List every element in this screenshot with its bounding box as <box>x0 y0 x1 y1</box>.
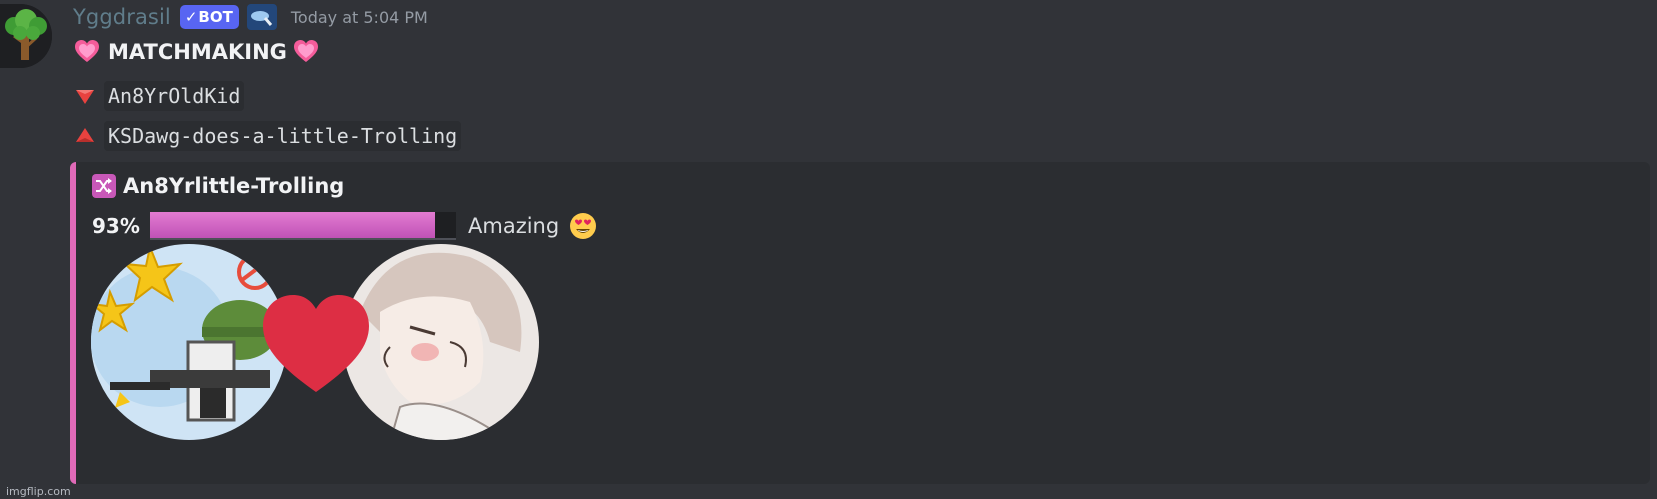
sparkling-heart-icon <box>75 40 99 62</box>
message-timestamp[interactable]: Today at 5:04 PM <box>291 8 428 27</box>
tree-icon <box>0 4 52 68</box>
red-triangle-down-icon <box>76 90 94 104</box>
compatibility-bar-fill <box>150 212 435 238</box>
first-user-line: An8YrOldKid <box>74 80 245 112</box>
sparkling-heart-icon <box>293 40 318 62</box>
embed-title-text: An8Yrlittle-Trolling <box>123 174 345 198</box>
username[interactable]: Yggdrasil <box>73 5 171 29</box>
second-username: KSDawg-does-a-little-Trolling <box>104 121 462 151</box>
imgflip-watermark: imgflip.com <box>6 485 71 498</box>
bot-tag: ✓ BOT <box>179 5 239 29</box>
second-user-line: KSDawg-does-a-little-Trolling <box>74 120 462 152</box>
bot-avatar[interactable] <box>0 4 52 68</box>
compatibility-bar <box>150 212 456 240</box>
first-username: An8YrOldKid <box>104 81 245 111</box>
bot-tag-label: BOT <box>198 7 233 26</box>
compatibility-row: 93% Amazing <box>92 206 597 246</box>
heart-eyes-icon <box>570 213 597 239</box>
app-badge-icon[interactable] <box>246 4 277 30</box>
embed-title: An8Yrlittle-Trolling <box>92 174 344 198</box>
anime-boy-avatar <box>343 244 539 440</box>
soldier-cartoon-avatar <box>91 244 287 440</box>
title-text: MATCHMAKING <box>108 40 287 64</box>
percent-label: 93% <box>92 214 140 238</box>
message-header: Yggdrasil ✓ BOT Today at 5:04 PM <box>73 2 428 32</box>
match-embed: An8Yrlittle-Trolling 93% Amazing <box>70 162 1650 484</box>
red-triangle-up-icon <box>76 128 94 142</box>
matchmaking-title: MATCHMAKING <box>74 36 319 68</box>
match-image[interactable] <box>90 242 546 442</box>
shuffle-icon <box>92 174 116 198</box>
checkmark-icon: ✓ <box>184 7 198 26</box>
rating-text: Amazing <box>468 214 560 238</box>
